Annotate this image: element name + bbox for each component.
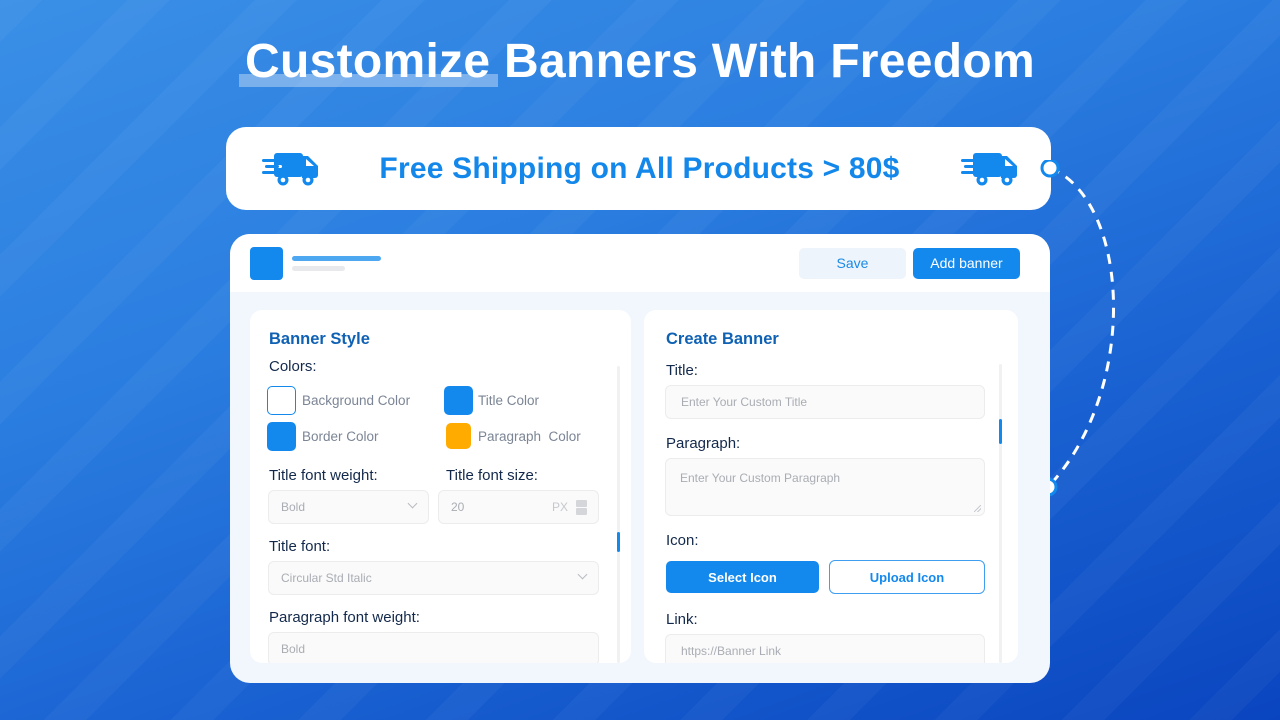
paragraph-color-swatch[interactable]	[446, 423, 471, 449]
number-stepper-icon[interactable]	[576, 500, 587, 515]
link-input-placeholder: https://Banner Link	[681, 644, 782, 658]
border-color-label: Border Color	[302, 429, 379, 444]
title-label: Title:	[666, 362, 698, 379]
paragraph-textarea[interactable]: Enter Your Custom Paragraph	[665, 458, 985, 516]
panel-title: Create Banner	[666, 330, 779, 348]
title-input[interactable]: Enter Your Custom Title	[665, 385, 985, 419]
title-font-value: Circular Std Italic	[281, 571, 372, 585]
paragraph-placeholder: Enter Your Custom Paragraph	[680, 471, 841, 485]
paragraph-label: Paragraph:	[666, 435, 741, 452]
app-header: Save Add banner	[230, 234, 1050, 292]
chevron-down-icon	[577, 569, 588, 580]
title-placeholder-line	[292, 255, 381, 261]
link-label: Link:	[666, 611, 698, 628]
title-font-size-value: 20	[451, 500, 465, 514]
title-input-placeholder: Enter Your Custom Title	[681, 395, 808, 409]
add-banner-button[interactable]: Add banner	[913, 247, 1020, 279]
create-banner-panel: Create Banner Title: Enter Your Custom T…	[644, 310, 1018, 663]
scrollbar-thumb[interactable]	[999, 419, 1002, 444]
dashed-connector	[1040, 160, 1115, 497]
link-input[interactable]: https://Banner Link	[665, 634, 985, 663]
title-font-select[interactable]: Circular Std Italic	[268, 561, 599, 595]
upload-icon-button[interactable]: Upload Icon	[829, 560, 985, 594]
paragraph-font-weight-select[interactable]: Bold	[268, 632, 599, 663]
paragraph-font-weight-value: Bold	[281, 642, 306, 656]
scrollbar[interactable]	[617, 366, 620, 663]
background-color-swatch[interactable]	[267, 386, 296, 415]
icon-label: Icon:	[666, 532, 699, 549]
scrollbar-thumb[interactable]	[617, 532, 620, 552]
app-window: Save Add banner Banner Style Colors: Bac…	[230, 234, 1050, 683]
unit-label: PX	[551, 500, 568, 514]
subtitle-placeholder-line	[292, 265, 345, 271]
title-color-swatch[interactable]	[444, 386, 473, 415]
paragraph-font-weight-label: Paragraph font weight:	[269, 609, 420, 626]
promo-banner-preview: Free Shipping on All Products > 80$	[226, 127, 1051, 210]
title-color-label: Title Color	[478, 393, 540, 408]
app-logo	[250, 246, 283, 280]
colors-label: Colors:	[269, 358, 317, 375]
headline-rest: Banners With Freedom	[490, 35, 1036, 88]
paragraph-color-label: Paragraph Color	[478, 429, 581, 444]
title-font-weight-select[interactable]: Bold	[268, 490, 429, 524]
app-title-placeholder	[292, 255, 381, 271]
banner-style-panel: Banner Style Colors: Background Color Ti…	[250, 310, 631, 663]
select-icon-button[interactable]: Select Icon	[666, 561, 819, 593]
headline-highlight: Customize	[238, 35, 499, 88]
connector-node-top	[1040, 160, 1060, 178]
delivery-truck-icon	[260, 152, 318, 185]
panel-title: Banner Style	[269, 330, 370, 348]
promo-banner-text: Free Shipping on All Products > 80$	[379, 151, 900, 185]
resize-handle-icon[interactable]	[974, 505, 981, 512]
title-font-label: Title font:	[269, 538, 331, 555]
background-color-label: Background Color	[302, 393, 411, 408]
save-button[interactable]: Save	[799, 247, 906, 279]
title-font-weight-value: Bold	[281, 500, 306, 514]
page-headline: Customize Banners With Freedom	[0, 34, 1280, 89]
scrollbar[interactable]	[999, 364, 1002, 663]
title-font-size-label: Title font size:	[446, 467, 538, 484]
delivery-truck-icon	[961, 152, 1017, 185]
chevron-down-icon	[407, 498, 418, 509]
title-font-weight-label: Title font weight:	[269, 467, 378, 484]
border-color-swatch[interactable]	[267, 422, 296, 451]
title-font-size-input[interactable]: 20 PX	[438, 490, 599, 524]
